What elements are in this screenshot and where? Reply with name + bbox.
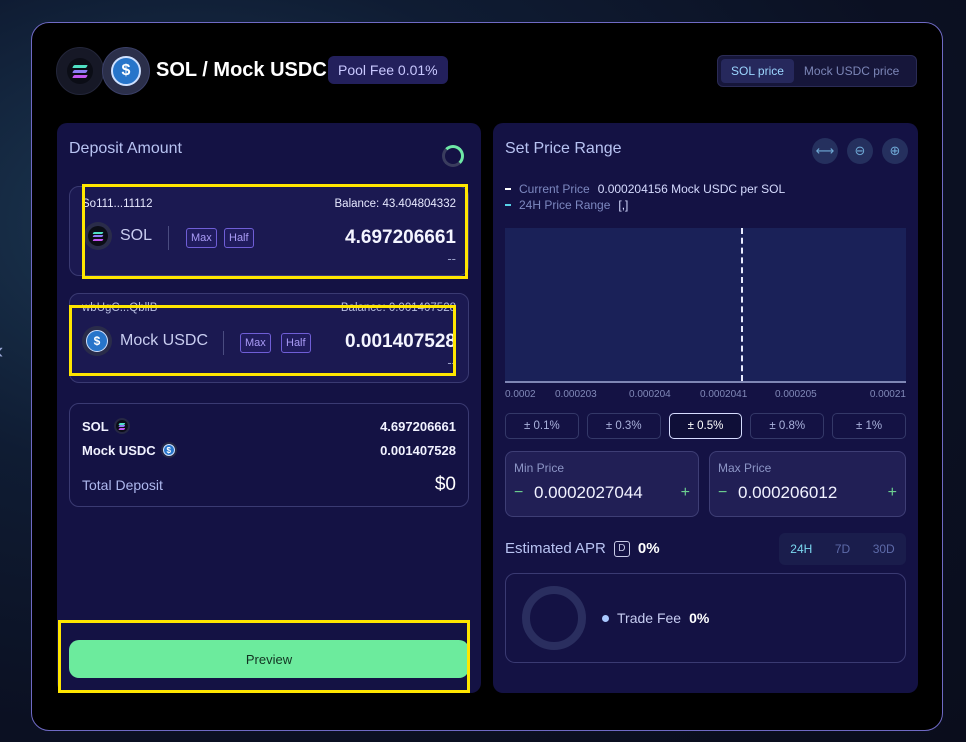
summary-row-sol: SOL 4.697206661 bbox=[82, 418, 456, 434]
min-price-field: Min Price − 0.0002027044 + bbox=[505, 451, 699, 517]
trade-fee-label: Trade Fee bbox=[617, 610, 682, 626]
axis-tick: 0.000204 bbox=[629, 389, 671, 400]
trade-fee-value: 0% bbox=[689, 610, 710, 626]
add-liquidity-modal: $ SOL / Mock USDC Pool Fee 0.01% SOL pri… bbox=[31, 22, 943, 731]
usdc-input-card: wbUgC...QbllB Balance: 0.001407528 $ Moc… bbox=[69, 293, 469, 383]
divider bbox=[168, 226, 169, 250]
half-button[interactable]: Half bbox=[281, 333, 311, 353]
axis-tick: 0.00021 bbox=[869, 389, 906, 400]
range-legend: 24H Price Range [,] bbox=[505, 198, 628, 212]
current-price-legend: Current Price 0.000204156 Mock USDC per … bbox=[505, 182, 785, 196]
max-price-input[interactable]: 0.000206012 bbox=[738, 483, 837, 503]
price-range-panel: Set Price Range ⟷ ⊖ ⊕ Current Price 0.00… bbox=[493, 123, 918, 693]
range-presets: ± 0.1% ± 0.3% ± 0.5% ± 0.8% ± 1% bbox=[505, 413, 906, 439]
max-price-label: Max Price bbox=[718, 461, 772, 475]
token-select[interactable]: SOL bbox=[120, 227, 152, 245]
summary-value: 0.001407528 bbox=[380, 442, 456, 458]
pair-icons: $ bbox=[56, 47, 156, 95]
half-button[interactable]: Half bbox=[224, 228, 254, 248]
usdc-token-icon: $ bbox=[102, 47, 150, 95]
price-unit-toggle: SOL price Mock USDC price bbox=[717, 55, 917, 87]
fit-range-icon[interactable]: ⟷ bbox=[812, 138, 838, 164]
period-24h[interactable]: 24H bbox=[790, 542, 812, 556]
range-value: [,] bbox=[618, 198, 629, 212]
apr-period-toggle: 24H 7D 30D bbox=[779, 533, 906, 565]
preset-0-5[interactable]: ± 0.5% bbox=[668, 413, 743, 439]
usdc-icon: $ bbox=[160, 442, 177, 458]
divider bbox=[223, 331, 224, 355]
range-label: 24H Price Range bbox=[519, 198, 611, 212]
apr-value: 0% bbox=[637, 540, 660, 557]
token-address: So111...11112 bbox=[82, 198, 153, 210]
sol-input-card: So111...11112 Balance: 43.404804332 SOL … bbox=[69, 186, 469, 276]
preset-0-3[interactable]: ± 0.3% bbox=[586, 413, 661, 439]
max-price-decrement-icon[interactable]: − bbox=[718, 484, 727, 502]
max-button[interactable]: Max bbox=[240, 333, 271, 353]
summary-label: Mock USDC bbox=[82, 442, 156, 458]
usdc-icon: $ bbox=[82, 326, 112, 356]
legend-dot bbox=[602, 614, 609, 622]
max-price-increment-icon[interactable]: + bbox=[888, 484, 897, 502]
token-address: wbUgC...QbllB bbox=[82, 302, 158, 314]
preview-button[interactable]: Preview bbox=[69, 640, 469, 678]
preset-0-1[interactable]: ± 0.1% bbox=[505, 413, 579, 439]
usd-value: -- bbox=[447, 251, 456, 266]
current-price-value: 0.000204156 Mock USDC per SOL bbox=[597, 182, 786, 196]
axis-tick: 0.0002 bbox=[505, 389, 536, 400]
period-7d[interactable]: 7D bbox=[835, 542, 850, 556]
refresh-spinner-icon[interactable] bbox=[442, 145, 464, 167]
range-title: Set Price Range bbox=[505, 140, 622, 157]
total-deposit-row: Total Deposit $0 bbox=[82, 474, 456, 496]
total-deposit-label: Total Deposit bbox=[82, 477, 163, 493]
summary-value: 4.697206661 bbox=[380, 418, 456, 434]
amount-input[interactable]: 0.001407528 bbox=[345, 331, 456, 353]
chart-tools: ⟷ ⊖ ⊕ bbox=[812, 138, 908, 164]
preset-1[interactable]: ± 1% bbox=[832, 413, 906, 439]
mock-usdc-price-tab[interactable]: Mock USDC price bbox=[794, 59, 909, 83]
zoom-in-icon[interactable]: ⊕ bbox=[882, 138, 908, 164]
zoom-out-icon[interactable]: ⊖ bbox=[847, 138, 873, 164]
summary-row-usdc: Mock USDC $ 0.001407528 bbox=[82, 442, 456, 458]
min-price-decrement-icon[interactable]: − bbox=[514, 484, 523, 502]
pool-fee-badge: Pool Fee 0.01% bbox=[328, 56, 448, 84]
axis-tick: 0.0002041 bbox=[700, 389, 748, 400]
estimated-apr: Estimated APR D 0% bbox=[505, 540, 660, 557]
price-range-chart[interactable] bbox=[505, 228, 906, 383]
max-price-field: Max Price − 0.000206012 + bbox=[709, 451, 906, 517]
sol-price-tab[interactable]: SOL price bbox=[721, 59, 794, 83]
apr-mode-badge[interactable]: D bbox=[613, 540, 630, 557]
current-price-line bbox=[741, 228, 743, 381]
current-price-label: Current Price bbox=[519, 182, 590, 196]
total-deposit-value: $0 bbox=[434, 474, 456, 495]
apr-donut-chart bbox=[522, 586, 586, 650]
token-select[interactable]: Mock USDC bbox=[120, 332, 208, 350]
token-balance: Balance: 43.404804332 bbox=[334, 198, 457, 210]
period-30d[interactable]: 30D bbox=[873, 542, 895, 556]
deposit-title: Deposit Amount bbox=[69, 140, 182, 157]
trade-fee-item: Trade Fee 0% bbox=[602, 610, 709, 626]
summary-label: SOL bbox=[82, 418, 109, 434]
apr-label: Estimated APR bbox=[505, 540, 606, 557]
min-price-input[interactable]: 0.0002027044 bbox=[534, 483, 643, 503]
min-price-label: Min Price bbox=[514, 461, 565, 475]
collapse-arrow-icon[interactable]: ‹ bbox=[0, 340, 3, 362]
amount-input[interactable]: 4.697206661 bbox=[345, 227, 456, 249]
axis-tick: 0.000203 bbox=[555, 389, 597, 400]
max-button[interactable]: Max bbox=[186, 228, 217, 248]
sol-icon bbox=[84, 222, 112, 250]
sol-icon bbox=[113, 418, 130, 434]
apr-breakdown: Trade Fee 0% bbox=[505, 573, 906, 663]
usd-value: -- bbox=[447, 355, 456, 370]
deposit-summary: SOL 4.697206661 Mock USDC $ 0.001407528 T… bbox=[69, 403, 469, 507]
deposit-panel: Deposit Amount So111...11112 Balance: 43… bbox=[57, 123, 481, 693]
sol-token-icon bbox=[56, 47, 104, 95]
pair-title: SOL / Mock USDC bbox=[156, 59, 327, 81]
axis-tick: 0.000205 bbox=[775, 389, 817, 400]
min-price-increment-icon[interactable]: + bbox=[681, 484, 690, 502]
chart-axis: 0.0002 0.000203 0.000204 0.0002041 0.000… bbox=[505, 389, 906, 403]
token-balance: Balance: 0.001407528 bbox=[340, 302, 456, 314]
preset-0-8[interactable]: ± 0.8% bbox=[750, 413, 825, 439]
